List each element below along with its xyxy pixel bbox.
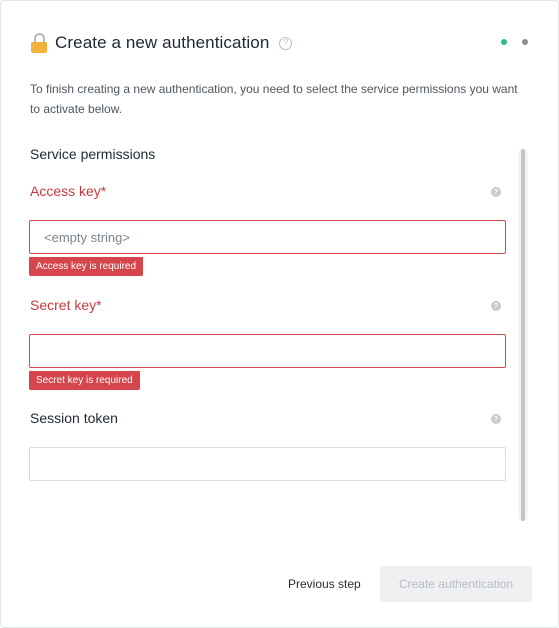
secret-key-error: Secret key is required [29, 371, 140, 390]
session-token-help-icon[interactable]: ? [491, 414, 501, 424]
session-token-label: Session token [30, 410, 118, 426]
session-token-input[interactable] [29, 447, 506, 481]
scrollbar-thumb[interactable] [521, 149, 525, 521]
dialog-title: Create a new authentication [55, 33, 270, 52]
step-dot-1 [501, 39, 507, 45]
previous-step-button[interactable]: Previous step [288, 566, 361, 602]
create-authentication-button[interactable]: Create authentication [380, 566, 532, 602]
access-key-input[interactable]: <empty string> [29, 220, 506, 254]
secret-key-help-icon[interactable]: ? [491, 301, 501, 311]
secret-key-input[interactable] [29, 334, 506, 368]
dialog-footer: Previous step Create authentication [1, 566, 558, 602]
dialog-header: Create a new authentication ? [30, 29, 528, 57]
section-title: Service permissions [30, 146, 156, 162]
step-indicator [501, 39, 528, 45]
access-key-help-icon[interactable]: ? [491, 187, 501, 197]
create-authentication-dialog: Create a new authentication ? To finish … [0, 0, 559, 628]
form-scrollbar[interactable] [518, 149, 528, 521]
access-key-error: Access key is required [29, 257, 144, 276]
help-circle-icon[interactable]: ? [279, 36, 293, 50]
step-dot-2 [522, 39, 528, 45]
dialog-description: To finish creating a new authentication,… [30, 82, 518, 116]
secret-key-label: Secret key* [30, 297, 102, 313]
lock-icon [30, 32, 48, 54]
access-key-label: Access key* [30, 183, 107, 199]
